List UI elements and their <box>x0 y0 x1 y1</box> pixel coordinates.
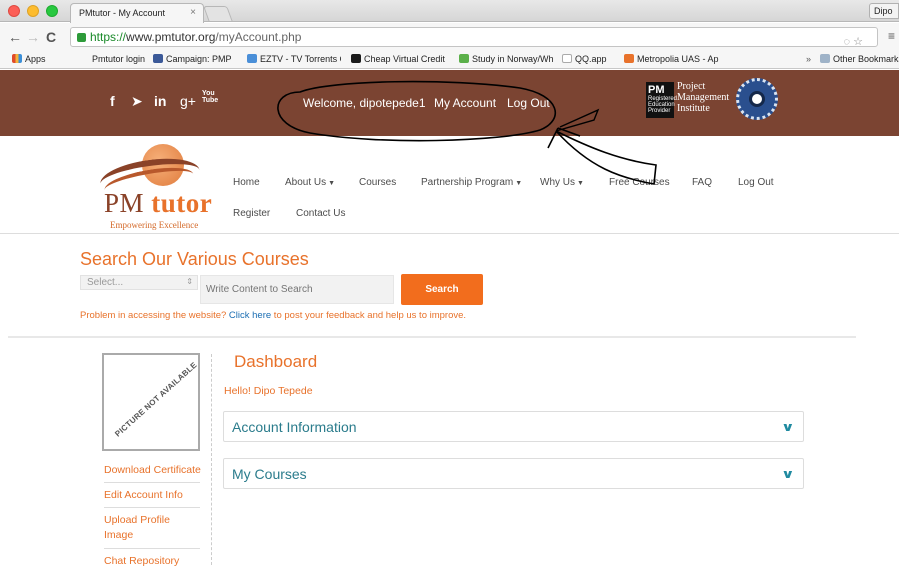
bookmarks-overflow-icon[interactable]: » <box>806 54 811 64</box>
caret-down-icon: ▼ <box>577 180 584 187</box>
sidebar-separator <box>104 482 200 483</box>
vb-icon <box>351 54 361 63</box>
seal-icon <box>736 78 778 120</box>
address-toolbar: ← → C https://www.pmtutor.org/myAccount.… <box>0 23 899 51</box>
search-input[interactable] <box>200 275 394 304</box>
caret-down-icon: ▼ <box>328 180 336 187</box>
sidebar-upload-image[interactable]: Upload Profile Image <box>104 513 194 543</box>
facebook-icon[interactable]: f <box>110 93 115 109</box>
welcome-text: Welcome, dipotepede1 <box>303 96 426 110</box>
youtube-icon[interactable]: You Tube <box>202 90 218 104</box>
bookmark-qq[interactable]: QQ.app <box>562 54 607 64</box>
back-arrow-icon[interactable]: ← <box>8 29 22 45</box>
feedback-link[interactable]: Click here <box>229 310 271 321</box>
account-information-panel[interactable]: Account Information ∨ <box>223 411 804 442</box>
panel-label: My Courses <box>232 466 307 482</box>
bookmark-metropolia[interactable]: Metropolia UAS - Ap <box>624 54 724 64</box>
sidebar-chat-repository[interactable]: Chat Repository <box>104 554 179 569</box>
sidebar-download-certificate[interactable]: Download Certificate <box>104 463 201 478</box>
sidebar-divider <box>211 354 212 565</box>
banner-logout-link[interactable]: Log Out <box>507 96 550 110</box>
url-host: www.pmtutor.org <box>126 30 216 44</box>
apps-grid-icon <box>12 54 22 63</box>
select-arrows-icon: ⇕ <box>186 277 193 286</box>
menu-contact-us[interactable]: Contact Us <box>296 208 345 219</box>
menu-about-us[interactable]: About Us ▼ <box>285 177 335 188</box>
top-banner: f ➤ in g+ You Tube Welcome, dipotepede1 … <box>0 70 899 136</box>
forward-arrow-icon[interactable]: → <box>26 29 40 45</box>
menu-logout[interactable]: Log Out <box>738 177 774 188</box>
course-select[interactable]: Select... ⇕ <box>80 275 198 290</box>
bookmark-eztv[interactable]: EZTV - TV Torrents Online <box>247 54 341 64</box>
pmi-label: Project Management Institute <box>677 81 730 114</box>
new-tab-button[interactable] <box>203 6 233 22</box>
menu-free-courses[interactable]: Free Courses <box>609 177 670 188</box>
dashboard-title: Dashboard <box>234 352 318 371</box>
googleplus-icon[interactable]: g+ <box>180 93 196 109</box>
browser-tab[interactable]: PMtutor - My Account × <box>70 3 204 23</box>
reload-icon[interactable]: C <box>46 29 56 45</box>
facebook-icon <box>153 54 163 63</box>
menu-icon[interactable]: ≡ <box>888 29 895 43</box>
my-courses-panel[interactable]: My Courses ∨ <box>223 458 804 489</box>
twitter-icon[interactable]: ➤ <box>131 93 143 110</box>
search-button[interactable]: Search <box>401 274 483 305</box>
panel-label: Account Information <box>232 419 357 435</box>
logo-tagline: Empowering Excellence <box>110 220 199 230</box>
star-icon[interactable]: ◌ ☆ <box>844 35 863 48</box>
bookmark-virtual-credit[interactable]: Cheap Virtual Credit <box>351 54 446 64</box>
url-scheme: https:// <box>90 30 127 44</box>
page-icon <box>562 54 572 63</box>
menu-why-us[interactable]: Why Us ▼ <box>540 177 584 188</box>
browser-titlebar: PMtutor - My Account × Dipo <box>0 0 899 23</box>
study-icon <box>459 54 469 63</box>
bookmark-campaign[interactable]: Campaign: PMP <box>153 54 232 64</box>
bookmark-other[interactable]: Other Bookmarks <box>820 54 899 64</box>
eztv-icon <box>247 54 257 63</box>
site-logo[interactable]: PM tutor <box>104 188 212 219</box>
search-title: Search Our Various Courses <box>80 249 309 269</box>
close-window-button[interactable] <box>8 5 20 17</box>
bookmarks-bar: Apps Pmtutor login Campaign: PMP EZTV - … <box>0 51 899 69</box>
chevron-down-icon[interactable]: ∨ <box>781 420 795 434</box>
section-divider <box>8 336 856 338</box>
site-header: PM tutor Empowering Excellence Home Abou… <box>0 136 899 234</box>
caret-down-icon: ▼ <box>515 180 523 187</box>
menu-partnership[interactable]: Partnership Program ▼ <box>421 177 522 188</box>
sidebar-separator <box>104 548 200 549</box>
minimize-window-button[interactable] <box>27 5 39 17</box>
sidebar-edit-account[interactable]: Edit Account Info <box>104 488 183 503</box>
metropolia-icon <box>624 54 634 63</box>
linkedin-icon[interactable]: in <box>154 93 166 109</box>
profile-picture: PICTURE NOT AVAILABLE <box>102 353 200 451</box>
tab-title: PMtutor - My Account <box>79 8 166 18</box>
bookmark-study-norway[interactable]: Study in Norway/What <box>459 54 553 64</box>
pmi-logo: PM Registered Education Provider <box>646 82 677 118</box>
menu-home[interactable]: Home <box>233 177 260 188</box>
lock-icon <box>77 33 86 42</box>
profile-button[interactable]: Dipo <box>869 3 899 19</box>
greeting-text: Hello! Dipo Tepede <box>224 385 313 397</box>
feedback-notice: Problem in accessing the website? Click … <box>80 310 467 321</box>
folder-icon <box>820 54 830 63</box>
sidebar-separator <box>104 507 200 508</box>
maximize-window-button[interactable] <box>46 5 58 17</box>
menu-faq[interactable]: FAQ <box>692 177 712 188</box>
my-account-link[interactable]: My Account <box>434 96 496 110</box>
url-path: /myAccount.php <box>215 30 302 44</box>
url-bar[interactable]: https://www.pmtutor.org/myAccount.php ◌ … <box>70 27 878 48</box>
menu-register[interactable]: Register <box>233 208 270 219</box>
chevron-down-icon[interactable]: ∨ <box>781 467 795 481</box>
tab-close-icon[interactable]: × <box>190 7 196 18</box>
bookmark-pmtutor-login[interactable]: Pmtutor login <box>92 54 145 64</box>
menu-courses[interactable]: Courses <box>359 177 396 188</box>
bookmark-apps[interactable]: Apps <box>12 54 46 64</box>
